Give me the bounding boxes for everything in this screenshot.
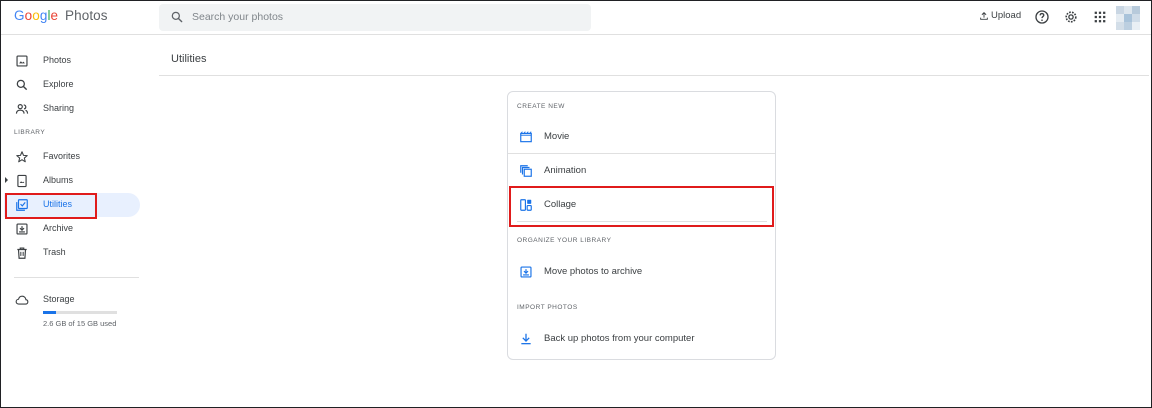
card-item-label: Back up photos from your computer [544, 333, 695, 344]
sidebar-item-explore[interactable]: Explore [4, 73, 140, 97]
card-item-label: Animation [544, 165, 587, 176]
upload-label: Upload [991, 10, 1022, 21]
sidebar-item-sharing[interactable]: Sharing [4, 97, 140, 121]
movie-icon [520, 131, 532, 143]
sidebar-item-label: Favorites [43, 151, 81, 161]
top-app-bar: Google Photos Search your photos Upload [1, 1, 1151, 35]
highlight-box-collage [509, 186, 774, 227]
search-bar[interactable]: Search your photos [159, 4, 591, 31]
sidebar-item-label: Trash [43, 247, 66, 257]
create-animation-item[interactable]: Animation [508, 154, 775, 187]
highlight-box-utilities [5, 193, 97, 219]
storage-usage-fill [43, 311, 56, 314]
section-label-create-new: CREATE NEW [517, 103, 565, 110]
cloud-icon [15, 295, 29, 305]
archive-icon [16, 223, 28, 235]
search-icon[interactable] [170, 10, 184, 24]
card-item-label: Move photos to archive [544, 266, 643, 277]
storage-usage-bar [43, 311, 117, 314]
page-title: Utilities [171, 53, 207, 65]
sidebar-item-label: Archive [43, 223, 74, 233]
upload-icon [980, 11, 988, 20]
google-photos-logo[interactable]: Google Photos [14, 8, 108, 23]
sidebar-item-label: Photos [43, 55, 72, 65]
apps-grid-icon[interactable] [1092, 9, 1108, 25]
star-icon [16, 151, 28, 163]
sidebar-item-label: Sharing [43, 103, 75, 113]
sidebar-item-photos[interactable]: Photos [4, 49, 140, 73]
section-label-organize: ORGANIZE YOUR LIBRARY [517, 237, 612, 244]
sidebar-item-trash[interactable]: Trash [4, 241, 140, 265]
archive-icon [520, 266, 532, 278]
photo-icon [16, 55, 28, 67]
trash-icon [17, 247, 27, 259]
create-movie-item[interactable]: Movie [508, 120, 775, 153]
animation-icon [520, 165, 532, 177]
storage-used-text: 2.6 GB of 15 GB used [43, 319, 117, 328]
logo-product-name: Photos [65, 8, 108, 23]
search-icon [16, 79, 28, 91]
help-icon[interactable] [1034, 9, 1050, 25]
sidebar-item-storage[interactable]: Storage [4, 288, 140, 312]
sidebar-item-archive[interactable]: Archive [4, 217, 140, 241]
sidebar-item-albums[interactable]: Albums [4, 169, 140, 193]
section-label-import: IMPORT PHOTOS [517, 304, 578, 311]
logo-letter: e [50, 8, 59, 23]
avatar[interactable] [1116, 6, 1140, 30]
library-section-label: LIBRARY [14, 129, 46, 136]
sidebar-item-favorites[interactable]: Favorites [4, 145, 140, 169]
card-item-label: Movie [544, 131, 570, 142]
album-icon [17, 174, 27, 188]
storage-label: Storage [43, 294, 75, 304]
download-icon [521, 333, 531, 345]
title-divider [159, 75, 1149, 76]
logo-letter: o [32, 8, 40, 23]
move-to-archive-item[interactable]: Move photos to archive [508, 255, 775, 288]
upload-button[interactable]: Upload [979, 10, 1021, 21]
sidebar-item-label: Explore [43, 79, 74, 89]
logo-letter: G [14, 8, 25, 23]
search-input[interactable]: Search your photos [192, 11, 283, 23]
settings-gear-icon[interactable] [1063, 9, 1079, 25]
people-icon [15, 104, 29, 114]
backup-photos-item[interactable]: Back up photos from your computer [508, 322, 775, 355]
google-wordmark: Google [14, 8, 62, 23]
sidebar-divider [14, 277, 139, 278]
sidebar-item-label: Albums [43, 175, 74, 185]
